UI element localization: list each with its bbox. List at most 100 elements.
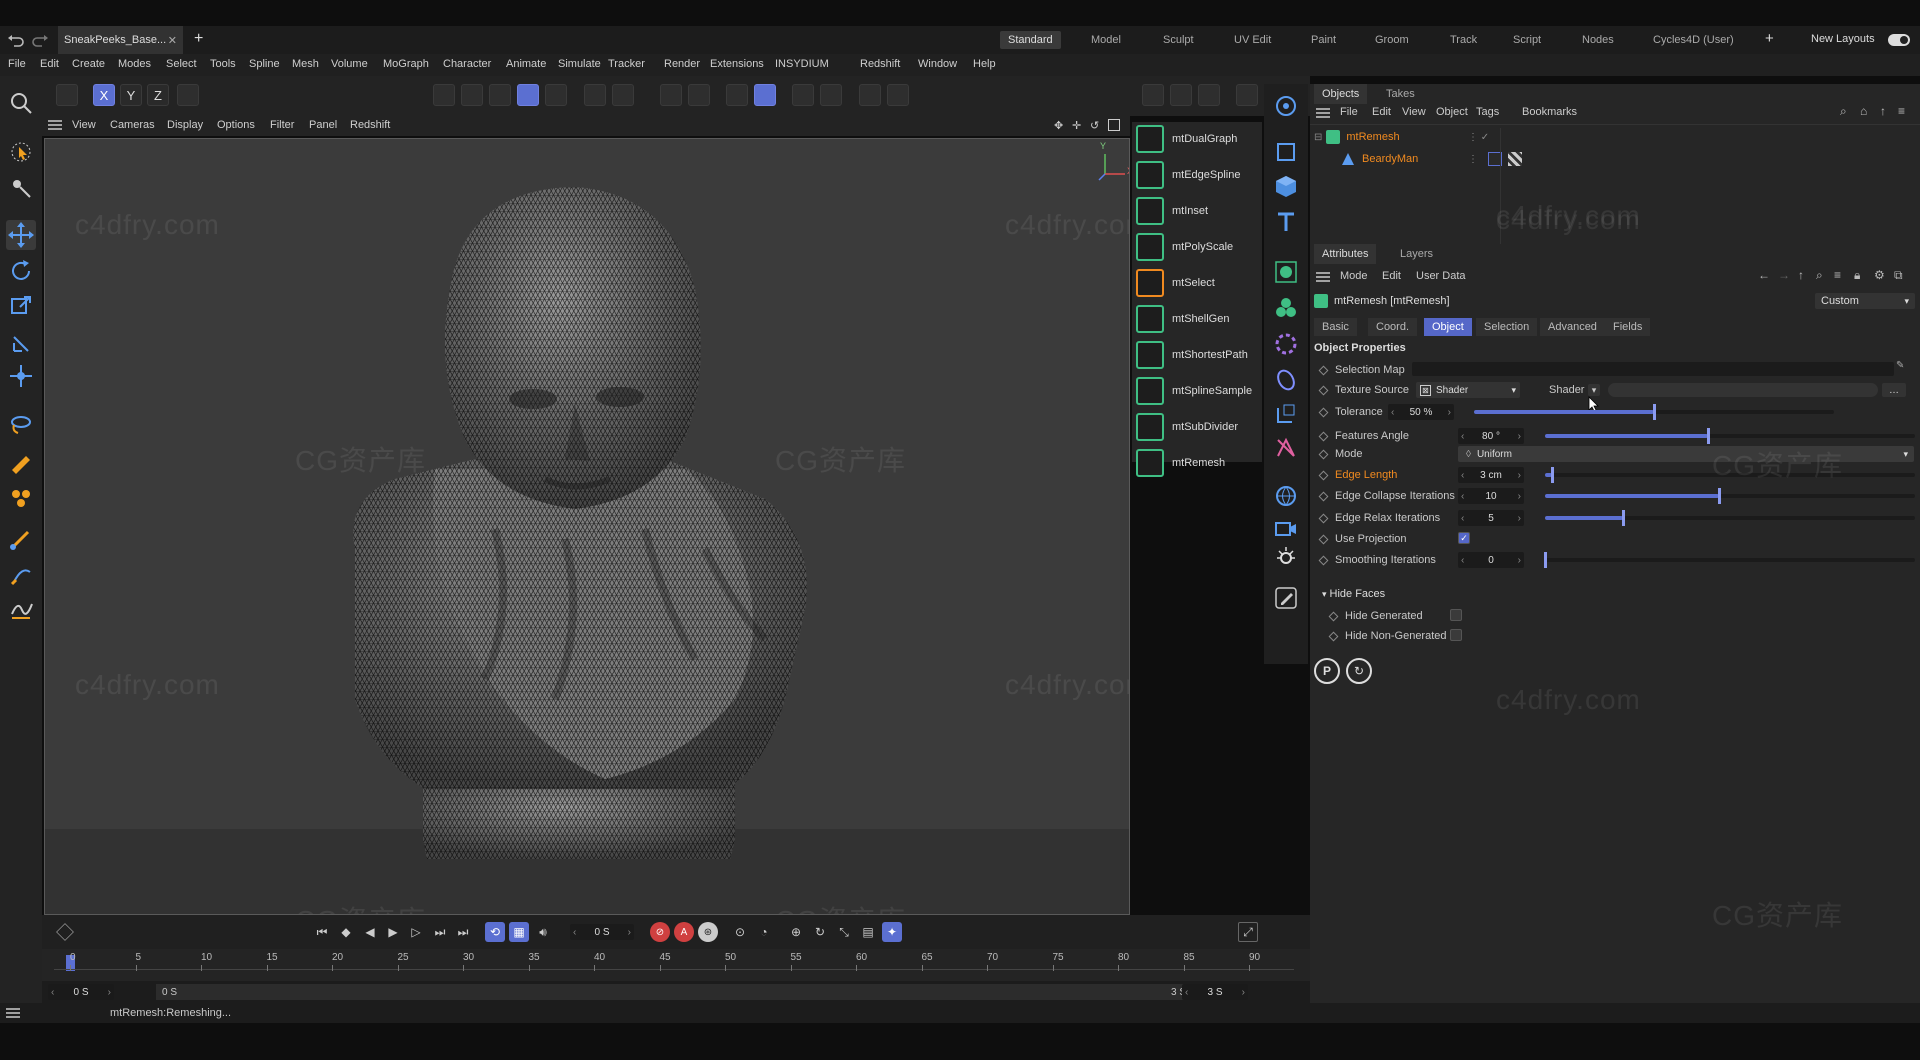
knife-icon[interactable] xyxy=(6,446,36,476)
chevron-left-icon[interactable]: ‹ xyxy=(573,927,576,938)
deformer-icon[interactable] xyxy=(1272,330,1300,358)
current-time-input[interactable]: ‹ 0 S › xyxy=(570,924,634,940)
plugin-mtselect[interactable]: mtSelect xyxy=(1136,266,1262,300)
tree-item-beardyman[interactable]: BeardyMan ⋮ xyxy=(1342,150,1912,168)
chevron-left-icon[interactable]: ‹ xyxy=(1185,987,1188,998)
end-time-input[interactable]: ‹ 3 S › xyxy=(1182,984,1248,1000)
chevron-right-icon[interactable]: › xyxy=(1518,470,1521,481)
menu-help[interactable]: Help xyxy=(973,58,996,70)
spline-tool-icon[interactable] xyxy=(6,594,36,624)
home-icon[interactable]: ⌂ xyxy=(1860,104,1867,118)
tags-icon[interactable] xyxy=(1272,434,1300,462)
viewport-menu-icon[interactable] xyxy=(48,119,62,131)
new-window-icon[interactable]: ⧉ xyxy=(1894,268,1903,283)
workplane-icon[interactable] xyxy=(612,84,634,106)
keyframe-icon[interactable] xyxy=(1318,385,1329,395)
camera-icon[interactable] xyxy=(1272,514,1300,542)
filter-icon[interactable]: ≡ xyxy=(1898,104,1905,118)
lock-icon[interactable]: 🔒︎ xyxy=(1854,268,1860,283)
environment-icon[interactable] xyxy=(1272,482,1300,510)
use-projection-checkbox[interactable]: ✓ xyxy=(1458,532,1470,544)
plugin-mtsplinesample[interactable]: mtSplineSample xyxy=(1136,374,1262,408)
smoothing-slider[interactable] xyxy=(1544,552,1915,568)
timeline-ruler[interactable]: 0 5 10 15 20 25 30 35 40 45 50 55 60 65 70 75 80 85 90 xyxy=(42,949,1310,981)
selection-filter-icon[interactable] xyxy=(1272,92,1300,120)
record-icon[interactable]: ⊘ xyxy=(650,922,670,942)
hide-non-generated-checkbox[interactable] xyxy=(1450,629,1462,641)
placement-tool-icon[interactable] xyxy=(6,361,36,391)
coordinate-system-icon[interactable] xyxy=(177,84,199,106)
cube-icon[interactable] xyxy=(1272,172,1300,200)
features-angle-slider[interactable] xyxy=(1545,428,1915,444)
viewport-solo-icon[interactable] xyxy=(859,84,881,106)
playback-rate-icon[interactable]: ▦ xyxy=(509,922,529,942)
chevron-right-icon[interactable]: › xyxy=(1518,513,1521,524)
auto-icon[interactable] xyxy=(887,84,909,106)
tab-attributes[interactable]: Attributes xyxy=(1314,244,1377,264)
menu-extensions[interactable]: Extensions xyxy=(710,58,764,70)
axis-x-button[interactable]: X xyxy=(93,84,115,106)
features-angle-input[interactable]: ‹ 80 ° › xyxy=(1458,428,1524,444)
plugin-mtpolyscale[interactable]: mtPolyScale xyxy=(1136,230,1262,264)
viewport-menu-panel[interactable]: Panel xyxy=(309,119,337,131)
om-menu-tags[interactable]: Tags xyxy=(1476,106,1499,118)
chevron-right-icon[interactable]: › xyxy=(1518,555,1521,566)
sound-icon[interactable]: 🔊︎ xyxy=(533,922,553,942)
maximize-view-icon[interactable] xyxy=(1108,119,1120,131)
snap-icon[interactable] xyxy=(660,84,682,106)
plugin-mtshellgen[interactable]: mtShellGen xyxy=(1136,302,1262,336)
om-menu-view[interactable]: View xyxy=(1402,106,1426,118)
layout-tab-model[interactable]: Model xyxy=(1091,31,1121,49)
keyframe-icon[interactable] xyxy=(1318,431,1329,441)
plugin-mtinset[interactable]: mtInset xyxy=(1136,194,1262,228)
tab-fields[interactable]: Fields xyxy=(1605,318,1651,336)
menu-select[interactable]: Select xyxy=(166,58,197,70)
3d-viewport[interactable]: Y X c4dfry.com c4dfry.com c4dfry.com c4d… xyxy=(44,138,1130,915)
plugin-mtsubdivider[interactable]: mtSubDivider xyxy=(1136,410,1262,444)
edge-relax-input[interactable]: ‹ 5 › xyxy=(1458,510,1524,526)
keyframe-icon[interactable] xyxy=(1318,365,1329,375)
redshift-render-view-icon[interactable] xyxy=(1236,84,1258,106)
viewport-menu-display[interactable]: Display xyxy=(167,119,203,131)
texture-source-dropdown[interactable]: ⊠ Shader ▾ xyxy=(1416,382,1520,398)
chevron-left-icon[interactable]: ‹ xyxy=(1461,431,1464,442)
polygons-mode-icon[interactable] xyxy=(489,84,511,106)
viewport-menu-options[interactable]: Options xyxy=(217,119,255,131)
layout-tab-standard[interactable]: Standard xyxy=(1000,31,1061,49)
tab-selection[interactable]: Selection xyxy=(1476,318,1538,336)
plugin-mtremesh[interactable]: mtRemesh xyxy=(1136,446,1262,480)
tab-coord[interactable]: Coord. xyxy=(1368,318,1418,336)
orbit-icon[interactable]: ↺ xyxy=(1090,119,1102,132)
tab-basic[interactable]: Basic xyxy=(1314,318,1357,336)
keyframe-icon[interactable] xyxy=(1318,491,1329,501)
chevron-right-icon[interactable]: › xyxy=(1518,491,1521,502)
play-icon[interactable]: ▶ xyxy=(383,922,403,942)
grid-icon[interactable] xyxy=(726,84,748,106)
hide-faces-group[interactable]: ▾ Hide Faces xyxy=(1322,588,1385,600)
tree-item-mtremesh[interactable]: ⊟ mtRemesh ⋮ ✓ xyxy=(1314,128,1914,146)
tab-takes[interactable]: Takes xyxy=(1378,84,1423,104)
menu-tools[interactable]: Tools xyxy=(210,58,236,70)
next-key-icon[interactable]: ⏭ xyxy=(430,922,450,942)
menu-file[interactable]: File xyxy=(8,58,26,70)
model-mode-icon[interactable] xyxy=(56,84,78,106)
menu-simulate[interactable]: Simulate xyxy=(558,58,601,70)
tweak-icon[interactable] xyxy=(6,173,36,203)
paint-icon[interactable] xyxy=(6,483,36,513)
keyframe-icon[interactable] xyxy=(1328,631,1339,641)
layout-tab-cycles4d[interactable]: Cycles4D (User) xyxy=(1653,31,1734,49)
edge-relax-slider[interactable] xyxy=(1545,510,1915,526)
viewport-menu-cameras[interactable]: Cameras xyxy=(110,119,155,131)
brush-icon[interactable] xyxy=(6,524,36,554)
axis-mode-icon[interactable] xyxy=(584,84,606,106)
status-menu-icon[interactable] xyxy=(6,1007,20,1019)
back-arrow-icon[interactable]: ← xyxy=(1758,268,1770,282)
edge-length-input[interactable]: ‹ 3 cm › xyxy=(1458,467,1524,483)
chevron-left-icon[interactable]: ‹ xyxy=(1461,491,1464,502)
grid-snap-icon[interactable] xyxy=(754,84,776,106)
visibility-dots-icon[interactable]: ⋮ xyxy=(1468,154,1478,165)
render-view-icon[interactable] xyxy=(1142,84,1164,106)
selection-map-field[interactable] xyxy=(1412,362,1894,376)
chevron-right-icon[interactable]: › xyxy=(1242,987,1245,998)
document-tab[interactable]: SneakPeeks_Base... ✕ xyxy=(58,26,183,54)
